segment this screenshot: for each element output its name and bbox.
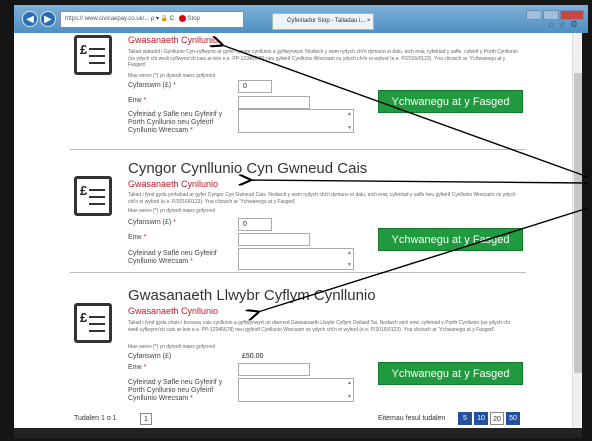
required-note: Mae seren (*) yn dynodi maes gofynnol — [128, 73, 215, 79]
address-textarea[interactable]: ▲ ▼ — [238, 109, 354, 133]
amount-input[interactable]: 0 — [238, 80, 272, 93]
amount-value: £50.00 — [242, 353, 264, 360]
per-page-20[interactable]: 20 — [490, 412, 504, 425]
pager: Tudalen 1 o 1 1 Eitemau fesul tudalen 5 … — [70, 411, 526, 428]
section-heading: Cyngor Cynllunio Cyn Gwneud Cais — [128, 160, 368, 177]
document-pound-icon: £ — [74, 303, 112, 343]
section-description: Taliad i fynd gyda ymholiad ar gyfer Cyn… — [128, 192, 516, 205]
name-label: Enw * — [128, 97, 147, 104]
scrollbar-thumb[interactable] — [574, 73, 582, 373]
page-scrollbar[interactable] — [572, 33, 582, 428]
product-item-pre-application-advice: £ Cyngor Cynllunio Cyn Gwneud Cais Gwasa… — [70, 150, 526, 273]
amount-label: Cyfanswm (£) * — [128, 82, 176, 89]
name-label: Enw * — [128, 364, 147, 371]
address-url: www.civicaepay.co.uk/... — [84, 16, 150, 22]
name-input[interactable] — [238, 96, 310, 109]
address-label: Cyfeiriad y Safle neu Gyfeirif Cynllunio… — [128, 250, 217, 265]
amount-label: Cyfanswm (£) — [128, 353, 172, 360]
address-bar[interactable]: https:// www.civicaepay.co.uk/... ρ ▾ 🔒 … — [60, 11, 244, 28]
address-label: Cyfeiriad y Safle neu Gyfeirif y Porth C… — [128, 111, 223, 134]
close-window-button[interactable] — [560, 10, 584, 20]
screen-bottom-edge — [14, 428, 582, 438]
back-arrow-icon[interactable]: ◀ — [22, 11, 38, 27]
stop-label[interactable]: Stop — [188, 16, 200, 22]
minimize-button[interactable] — [526, 10, 542, 20]
page-label: Tudalen 1 o 1 — [74, 415, 117, 422]
required-note: Mae seren (*) yn dynodi maes gofynnol — [128, 344, 215, 350]
product-list: £ Gwasanaeth Cynllunio Taliad statudol i… — [70, 33, 526, 428]
add-to-basket-button[interactable]: Ychwanegu at y Fasged — [378, 90, 523, 113]
product-item-pre-application-statutory: £ Gwasanaeth Cynllunio Taliad statudol i… — [70, 33, 526, 150]
section-heading: Gwasanaeth Llwybr Cyflym Cynllunio — [128, 287, 376, 304]
browser-tab[interactable]: Cyfeiriadur Siop - Taliadau i... × — [272, 13, 374, 30]
address-controls[interactable]: ρ ▾ 🔒 C — [151, 16, 174, 22]
forward-arrow-icon[interactable]: ▶ — [40, 11, 56, 27]
add-to-basket-button[interactable]: Ychwanegu at y Fasged — [378, 228, 523, 251]
amount-input[interactable]: 0 — [238, 218, 272, 231]
required-note: Mae seren (*) yn dynodi maes gofynnol — [128, 208, 215, 214]
product-item-fast-track: £ Gwasanaeth Llwybr Cyflym Cynllunio Gwa… — [70, 273, 526, 409]
window-controls[interactable] — [525, 7, 584, 25]
per-page-5[interactable]: 5 — [458, 412, 472, 425]
address-textarea[interactable]: ▲ ▼ — [238, 248, 354, 270]
section-subtitle: Gwasanaeth Cynllunio — [128, 306, 219, 316]
page-number-button[interactable]: 1 — [140, 413, 152, 425]
amount-label: Cyfanswm (£) * — [128, 219, 176, 226]
per-page-10[interactable]: 10 — [474, 412, 488, 425]
record-dot-icon — [178, 14, 186, 22]
address-label: Cyfeiriad y Safle neu Gyfeirif y Porth C… — [128, 379, 223, 402]
name-input[interactable] — [238, 233, 310, 246]
address-textarea[interactable]: ▲ ▼ — [238, 378, 354, 402]
section-description: Taliad i fynd gyda chais i brosesu cais … — [128, 320, 510, 333]
web-page: £ Gwasanaeth Cynllunio Taliad statudol i… — [14, 33, 582, 428]
per-page-label: Eitemau fesul tudalen — [378, 415, 446, 422]
document-pound-icon: £ — [74, 176, 112, 216]
per-page-50[interactable]: 50 — [506, 412, 520, 425]
address-prefix: https:// — [65, 16, 84, 22]
section-description: Taliad statudol i Gynllunio Cyn-cyflwyno… — [128, 49, 518, 68]
add-to-basket-button[interactable]: Ychwanegu at y Fasged — [378, 362, 523, 385]
name-label: Enw * — [128, 234, 147, 241]
document-pound-icon: £ — [74, 35, 112, 75]
tab-title: Cyfeiriadur Siop - Taliadau i... × — [287, 18, 371, 24]
browser-chrome: ◀ ▶ https:// www.civicaepay.co.uk/... ρ … — [14, 5, 588, 33]
section-subtitle: Gwasanaeth Cynllunio — [128, 179, 219, 189]
section-subtitle: Gwasanaeth Cynllunio — [128, 35, 219, 45]
name-input[interactable] — [238, 363, 310, 376]
maximize-button[interactable] — [543, 10, 559, 20]
